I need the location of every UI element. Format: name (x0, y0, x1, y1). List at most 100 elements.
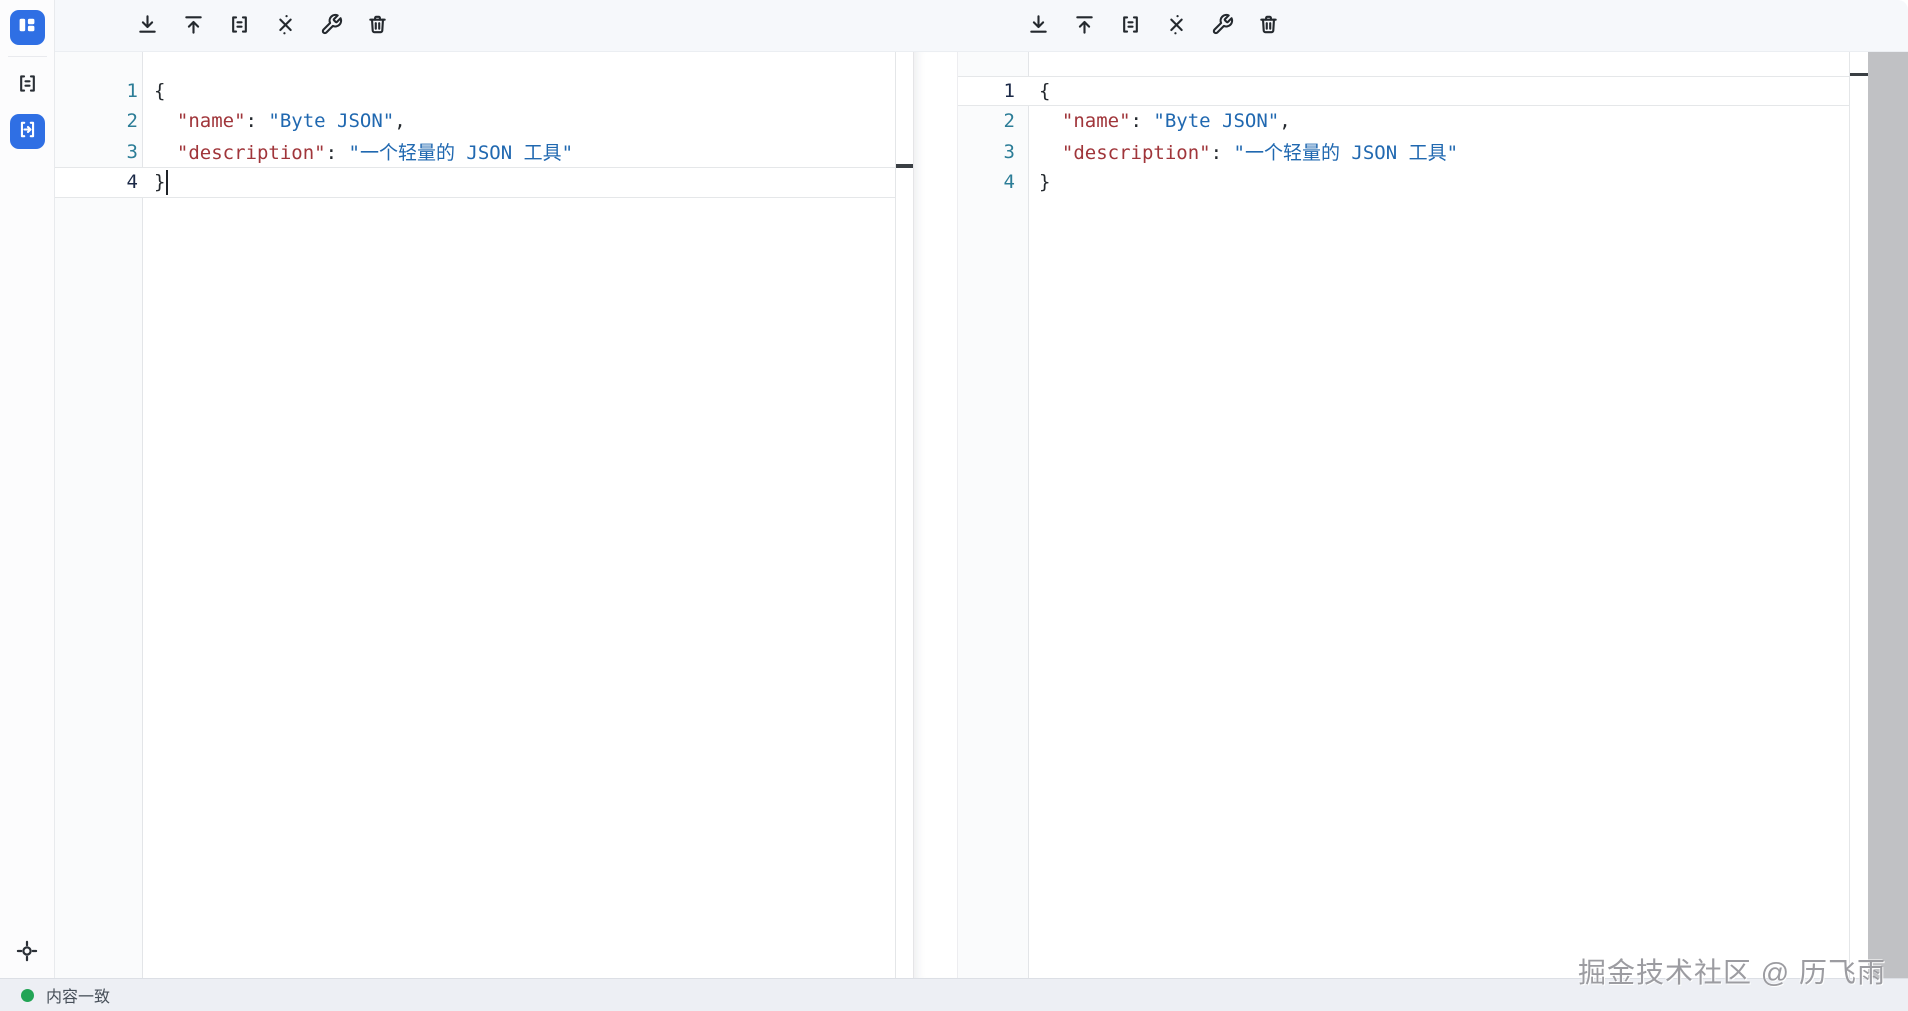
code-token: { (154, 80, 165, 102)
status-text: 内容一致 (46, 983, 110, 1007)
code-line: 4} (958, 167, 1849, 198)
code-token: , (1279, 110, 1290, 132)
code-text: } (1030, 171, 1849, 193)
content-area: 1{2 "name": "Byte JSON",3 "description":… (55, 0, 1908, 978)
code-token: "description" (177, 142, 326, 164)
code-line: 4} (55, 167, 895, 198)
code-token: "description" (1062, 142, 1211, 164)
upload-icon (182, 13, 205, 39)
scroll-strip[interactable] (895, 52, 913, 978)
status-dot-icon (21, 989, 34, 1002)
upload-button[interactable] (1066, 8, 1102, 44)
brackets-lines-icon (1119, 13, 1142, 39)
left-editor-toolbar (129, 0, 395, 52)
code-token: "name" (1062, 110, 1131, 132)
line-number: 4 (958, 171, 1030, 193)
code-token: : (246, 110, 269, 132)
cursor-position-mark (1850, 73, 1868, 77)
code-token (1039, 110, 1062, 132)
download-button[interactable] (1020, 8, 1056, 44)
code-text: "description": "一个轻量的 JSON 工具" (1030, 138, 1849, 165)
code-token (154, 142, 177, 164)
code-text: } (144, 170, 895, 195)
code-line: 3 "description": "一个轻量的 JSON 工具" (55, 137, 895, 168)
download-icon (1027, 13, 1050, 39)
app-logo[interactable] (10, 10, 45, 45)
cursor-position-mark (896, 164, 913, 168)
line-number: 1 (958, 80, 1030, 102)
format-button[interactable] (221, 8, 257, 44)
format-button[interactable] (1112, 8, 1148, 44)
code-text: "description": "一个轻量的 JSON 工具" (144, 138, 895, 165)
clear-button[interactable] (359, 8, 395, 44)
compress-button[interactable] (1158, 8, 1194, 44)
line-number: 1 (55, 80, 144, 102)
code-line: 1{ (55, 76, 895, 107)
split-layout-logo (15, 13, 39, 42)
json-editor-left[interactable]: 1{2 "name": "Byte JSON",3 "description":… (55, 52, 913, 978)
wrench-icon (320, 13, 343, 39)
editors-row: 1{2 "name": "Byte JSON",3 "description":… (55, 52, 1908, 978)
code-token (1039, 142, 1062, 164)
pane-splitter[interactable] (913, 52, 957, 978)
sidebar-item-json-format-tool[interactable] (10, 68, 45, 103)
code-token: "一个轻量的 JSON 工具" (349, 142, 574, 164)
code-line: 1{ (958, 76, 1849, 107)
code-token: } (1039, 171, 1050, 193)
code-line: 2 "name": "Byte JSON", (958, 106, 1849, 137)
clear-button[interactable] (1250, 8, 1286, 44)
main-area: 1{2 "name": "Byte JSON",3 "description":… (0, 0, 1908, 978)
upload-button[interactable] (175, 8, 211, 44)
code-text: "name": "Byte JSON", (1030, 110, 1849, 132)
code-token: : (1131, 110, 1154, 132)
compress-button[interactable] (267, 8, 303, 44)
json-editor-right[interactable]: 1{2 "name": "Byte JSON",3 "description":… (957, 52, 1908, 978)
repair-button[interactable] (1204, 8, 1240, 44)
sidebar (0, 0, 55, 978)
toolbar-strip (55, 0, 1908, 52)
line-number: 3 (55, 141, 144, 163)
code-token: : (1211, 142, 1234, 164)
code-token: "Byte JSON" (1153, 110, 1279, 132)
brackets-arrow-icon (16, 118, 39, 146)
line-number: 2 (958, 110, 1030, 132)
scroll-strip[interactable] (1849, 52, 1868, 978)
code-token: "name" (177, 110, 246, 132)
code-token: : (326, 142, 349, 164)
code-token: "一个轻量的 JSON 工具" (1234, 142, 1459, 164)
sidebar-item-json-transfer-tool[interactable] (10, 114, 45, 149)
code-token: { (1039, 80, 1050, 102)
trash-icon (366, 13, 389, 39)
code-text: { (1030, 80, 1849, 102)
right-editor-toolbar (1020, 0, 1286, 52)
wrench-icon (1211, 13, 1234, 39)
download-button[interactable] (129, 8, 165, 44)
code-text: "name": "Byte JSON", (144, 110, 895, 132)
code-token: "Byte JSON" (268, 110, 394, 132)
repair-button[interactable] (313, 8, 349, 44)
code-lines: 1{2 "name": "Byte JSON",3 "description":… (958, 52, 1849, 198)
brackets-lines-icon (228, 13, 251, 39)
code-token (154, 110, 177, 132)
code-text: { (144, 80, 895, 102)
trash-icon (1257, 13, 1280, 39)
upload-icon (1073, 13, 1096, 39)
crosshair-icon[interactable] (10, 933, 45, 968)
compress-icon (274, 13, 297, 39)
json-tool-app: 1{2 "name": "Byte JSON",3 "description":… (0, 0, 1908, 1011)
code-line: 2 "name": "Byte JSON", (55, 106, 895, 137)
code-lines: 1{2 "name": "Byte JSON",3 "description":… (55, 52, 895, 198)
code-token: , (394, 110, 405, 132)
sidebar-bottom (0, 933, 54, 968)
line-number: 4 (55, 171, 144, 193)
brackets-lines-icon (16, 72, 39, 100)
watermark-text: 掘金技术社区 @ 历飞雨 (1578, 951, 1886, 991)
vertical-scrollbar[interactable] (1868, 52, 1908, 978)
line-number: 2 (55, 110, 144, 132)
code-token: } (154, 171, 165, 193)
text-cursor (166, 170, 168, 195)
line-number: 3 (958, 141, 1030, 163)
download-icon (136, 13, 159, 39)
compress-icon (1165, 13, 1188, 39)
code-line: 3 "description": "一个轻量的 JSON 工具" (958, 137, 1849, 168)
